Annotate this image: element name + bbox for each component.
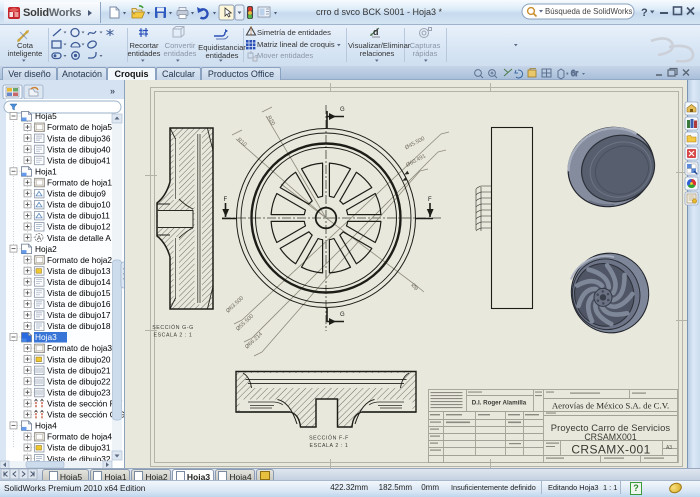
svg-text:Vista de dibujo41: Vista de dibujo41: [47, 155, 111, 165]
svg-text:Vista de dibujo16: Vista de dibujo16: [47, 299, 111, 309]
svg-text:Vista de dibujo14: Vista de dibujo14: [47, 277, 111, 287]
svg-text:Vista de dibujo10: Vista de dibujo10: [47, 200, 111, 210]
svg-text:F: F: [428, 197, 432, 203]
svg-text:Vista de dibujo31: Vista de dibujo31: [47, 443, 111, 453]
svg-text:Vista de dibujo40: Vista de dibujo40: [47, 144, 111, 154]
svg-text:Vista de dibujo23: Vista de dibujo23: [47, 387, 111, 397]
svg-text:SECCIÓN G-G: SECCIÓN G-G: [152, 324, 193, 331]
svg-text:Vista de sección F-F: Vista de sección F-F: [47, 399, 122, 409]
svg-text:Formato de hoja4: Formato de hoja4: [47, 432, 112, 442]
svg-text:Formato de hoja1: Formato de hoja1: [47, 178, 112, 188]
svg-text:· 6r: · 6r: [566, 69, 578, 78]
svg-text:SolidWorks: SolidWorks: [23, 7, 81, 19]
svg-text:Hoja5: Hoja5: [35, 111, 57, 121]
svg-text:ESCALA 2 : 1: ESCALA 2 : 1: [310, 443, 349, 449]
svg-text:Vista de dibujo11: Vista de dibujo11: [47, 211, 110, 221]
svg-text:Vista de dibujo9: Vista de dibujo9: [47, 189, 106, 199]
svg-text:Vista de dibujo20: Vista de dibujo20: [47, 354, 111, 364]
svg-text:Hoja1: Hoja1: [35, 166, 57, 176]
svg-text:SECCIÓN F-F: SECCIÓN F-F: [309, 435, 349, 442]
svg-text:d: d: [373, 27, 379, 37]
svg-text:Vista de dibujo12: Vista de dibujo12: [47, 222, 111, 232]
svg-text:Aerovías de México S.A. de C.V: Aerovías de México S.A. de C.V.: [552, 401, 669, 411]
svg-text:Hoja3: Hoja3: [35, 332, 57, 342]
svg-text:Vista de dibujo36: Vista de dibujo36: [47, 133, 111, 143]
svg-text:A: A: [37, 235, 42, 242]
svg-text:Hoja4: Hoja4: [35, 421, 57, 431]
svg-text:?: ?: [641, 7, 648, 19]
svg-text:crro d svco BCK S001 - Hoja3 *: crro d svco BCK S001 - Hoja3 *: [316, 7, 443, 17]
svg-text:Vista de dibujo18: Vista de dibujo18: [47, 321, 111, 331]
svg-text:A3: A3: [666, 445, 672, 451]
svg-text:CRSAMX-001: CRSAMX-001: [571, 443, 650, 457]
svg-text:Vista de dibujo22: Vista de dibujo22: [47, 376, 111, 386]
svg-text:F: F: [224, 197, 228, 203]
svg-text:Hoja2: Hoja2: [35, 244, 57, 254]
svg-text:Formato de hoja2: Formato de hoja2: [47, 255, 112, 265]
svg-text:ESCALA 2 : 1: ESCALA 2 : 1: [154, 333, 193, 339]
svg-text:D.I. Roger Alamilla: D.I. Roger Alamilla: [472, 400, 527, 407]
svg-text:Búsqueda de SolidWorks: Búsqueda de SolidWorks: [545, 7, 633, 16]
svg-text:Vista de dibujo13: Vista de dibujo13: [47, 266, 111, 276]
svg-text:»: »: [110, 86, 115, 96]
svg-text:Vista de detalle A (1: Vista de detalle A (1: [47, 233, 121, 243]
svg-text:Formato de hoja5: Formato de hoja5: [47, 122, 112, 132]
svg-text:Formato de hoja3: Formato de hoja3: [47, 343, 112, 353]
svg-text:CRSAMX001: CRSAMX001: [584, 432, 636, 442]
svg-text:G: G: [340, 312, 345, 318]
svg-text:Vista de dibujo15: Vista de dibujo15: [47, 288, 111, 298]
svg-text:Vista de dibujo17: Vista de dibujo17: [47, 310, 111, 320]
svg-text:Vista de dibujo21: Vista de dibujo21: [47, 365, 111, 375]
svg-text:G: G: [340, 107, 345, 113]
